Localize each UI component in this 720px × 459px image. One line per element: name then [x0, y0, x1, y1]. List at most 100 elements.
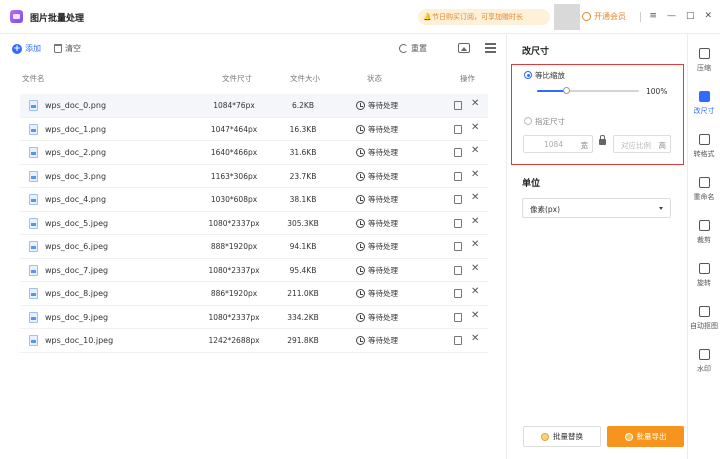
clock-icon	[356, 101, 365, 110]
batch-export-button[interactable]: 批量导出	[607, 426, 684, 447]
edit-icon[interactable]	[454, 242, 462, 251]
height-input[interactable]: 对应比例 高	[613, 135, 671, 153]
file-dimensions: 1080*2337px	[208, 265, 260, 275]
edit-icon[interactable]	[454, 265, 462, 275]
clock-icon	[356, 312, 365, 322]
image-file-icon	[29, 100, 38, 111]
table-row[interactable]: wps_doc_0.png 1084*76px 6.2KB 等待处理 ✕	[20, 94, 488, 118]
table-row[interactable]: wps_doc_6.jpeg 888*1920px 94.1KB 等待处理 ✕	[20, 235, 488, 259]
header-status: 状态	[367, 74, 382, 83]
clear-button[interactable]: 清空	[54, 43, 81, 54]
custom-size-label: 指定尺寸	[535, 117, 565, 126]
edit-icon[interactable]	[454, 289, 462, 298]
maximize-icon[interactable]: □	[686, 11, 695, 21]
remove-icon[interactable]: ✕	[471, 286, 479, 297]
image-file-icon	[29, 194, 38, 205]
table-row[interactable]: wps_doc_9.jpeg 1080*2337px 334.2KB 等待处理 ✕	[20, 306, 488, 329]
file-name: wps_doc_1.png	[45, 124, 107, 134]
table-row[interactable]: wps_doc_2.png 1640*466px 31.6KB 等待处理 ✕	[20, 141, 488, 165]
file-status: 等待处理	[356, 100, 398, 111]
lock-icon[interactable]	[599, 135, 606, 145]
add-button[interactable]: + 添加	[12, 43, 41, 54]
table-row[interactable]: wps_doc_7.jpeg 1080*2337px 95.4KB 等待处理 ✕	[20, 259, 488, 282]
edit-icon[interactable]	[454, 101, 462, 110]
status-text: 等待处理	[368, 101, 398, 110]
promo-notice[interactable]: 🔔 节日购买订阅，可享加赠时长	[418, 9, 550, 25]
list-view-icon[interactable]	[485, 43, 496, 53]
table-row[interactable]: wps_doc_10.jpeg 1242*2688px 291.8KB 等待处理 ✕	[20, 329, 488, 353]
crop-icon	[698, 220, 710, 231]
remove-icon[interactable]: ✕	[471, 192, 479, 203]
tool-rail: 压缩 改尺寸 转格式 重命名 裁剪 旋转 自动抠图 水印	[688, 48, 720, 392]
proportional-radio[interactable]	[524, 71, 532, 79]
edit-icon[interactable]	[454, 218, 462, 228]
edit-icon[interactable]	[454, 336, 462, 345]
compress-icon	[698, 48, 710, 59]
file-status: 等待处理	[356, 171, 398, 182]
file-name: wps_doc_8.jpeg	[45, 289, 109, 298]
rail-item-rotate[interactable]: 旋转	[688, 263, 720, 306]
batch-replace-button[interactable]: 批量替换	[523, 426, 601, 447]
rail-item-cutout[interactable]: 自动抠图	[688, 306, 720, 349]
width-suffix: 宽	[580, 141, 589, 150]
custom-size-radio[interactable]	[524, 117, 532, 125]
vip-label: 开通会员	[594, 12, 626, 21]
scale-slider[interactable]	[537, 87, 639, 94]
file-size: 94.1KB	[289, 242, 317, 251]
file-dimensions: 1084*76px	[213, 101, 255, 110]
file-size: 23.7KB	[289, 171, 317, 181]
file-status: 等待处理	[356, 147, 398, 158]
image-file-icon	[29, 170, 38, 182]
table-row[interactable]: wps_doc_4.png 1030*608px 38.1KB 等待处理 ✕	[20, 188, 488, 212]
remove-icon[interactable]: ✕	[471, 263, 479, 274]
remove-icon[interactable]: ✕	[471, 216, 479, 227]
minimize-icon[interactable]: —	[667, 11, 676, 21]
rail-item-resize[interactable]: 改尺寸	[688, 91, 720, 134]
scale-slider-fill	[537, 90, 566, 92]
remove-icon[interactable]: ✕	[471, 122, 479, 133]
file-size: 6.2KB	[292, 101, 314, 110]
rail-item-crop[interactable]: 裁剪	[688, 220, 720, 263]
batch-export-label: 批量导出	[636, 432, 667, 441]
remove-icon[interactable]: ✕	[471, 169, 479, 180]
remove-icon[interactable]: ✕	[471, 145, 479, 156]
rail-item-convert[interactable]: 转格式	[688, 134, 720, 177]
file-status: 等待处理	[356, 265, 398, 276]
remove-icon[interactable]: ✕	[471, 98, 479, 109]
unit-title: 单位	[522, 179, 541, 189]
remove-icon[interactable]: ✕	[471, 310, 479, 321]
scale-slider-handle[interactable]	[562, 87, 570, 94]
table-row[interactable]: wps_doc_3.png 1163*306px 23.7KB 等待处理 ✕	[20, 165, 488, 188]
table-row[interactable]: wps_doc_5.jpeg 1080*2337px 305.3KB 等待处理 ✕	[20, 212, 488, 235]
status-text: 等待处理	[368, 124, 398, 134]
rail-item-compress[interactable]: 压缩	[688, 48, 720, 91]
file-dimensions: 1163*306px	[210, 171, 258, 181]
remove-icon[interactable]: ✕	[471, 239, 479, 250]
edit-icon[interactable]	[454, 312, 462, 322]
app-logo-icon	[10, 10, 23, 23]
image-file-icon	[29, 241, 38, 252]
table-row[interactable]: wps_doc_1.png 1047*464px 16.3KB 等待处理 ✕	[20, 118, 488, 141]
close-icon[interactable]: ✕	[704, 11, 712, 21]
thumbnail-view-icon[interactable]	[458, 43, 470, 53]
edit-icon[interactable]	[454, 195, 462, 204]
clock-icon	[356, 218, 365, 228]
table-row[interactable]: wps_doc_8.jpeg 886*1920px 211.0KB 等待处理 ✕	[20, 282, 488, 306]
edit-icon[interactable]	[454, 171, 462, 181]
status-text: 等待处理	[368, 336, 398, 345]
vip-button[interactable]: 开通会员	[582, 11, 626, 22]
rail-item-rename[interactable]: 重命名	[688, 177, 720, 220]
width-input[interactable]: 1084 宽	[523, 135, 593, 153]
image-file-icon	[29, 311, 38, 323]
rail-item-watermark[interactable]: 水印	[688, 349, 720, 392]
image-file-icon	[29, 335, 38, 346]
remove-icon[interactable]: ✕	[471, 333, 479, 344]
edit-icon[interactable]	[454, 148, 462, 157]
edit-icon[interactable]	[454, 124, 462, 134]
titlebar-divider	[640, 12, 641, 22]
avatar[interactable]	[554, 4, 580, 30]
reset-button[interactable]: 重置	[399, 43, 427, 54]
rotate-icon	[698, 263, 710, 274]
menu-icon[interactable]: ≡	[649, 11, 657, 21]
unit-select[interactable]: 像素(px)	[522, 198, 671, 218]
